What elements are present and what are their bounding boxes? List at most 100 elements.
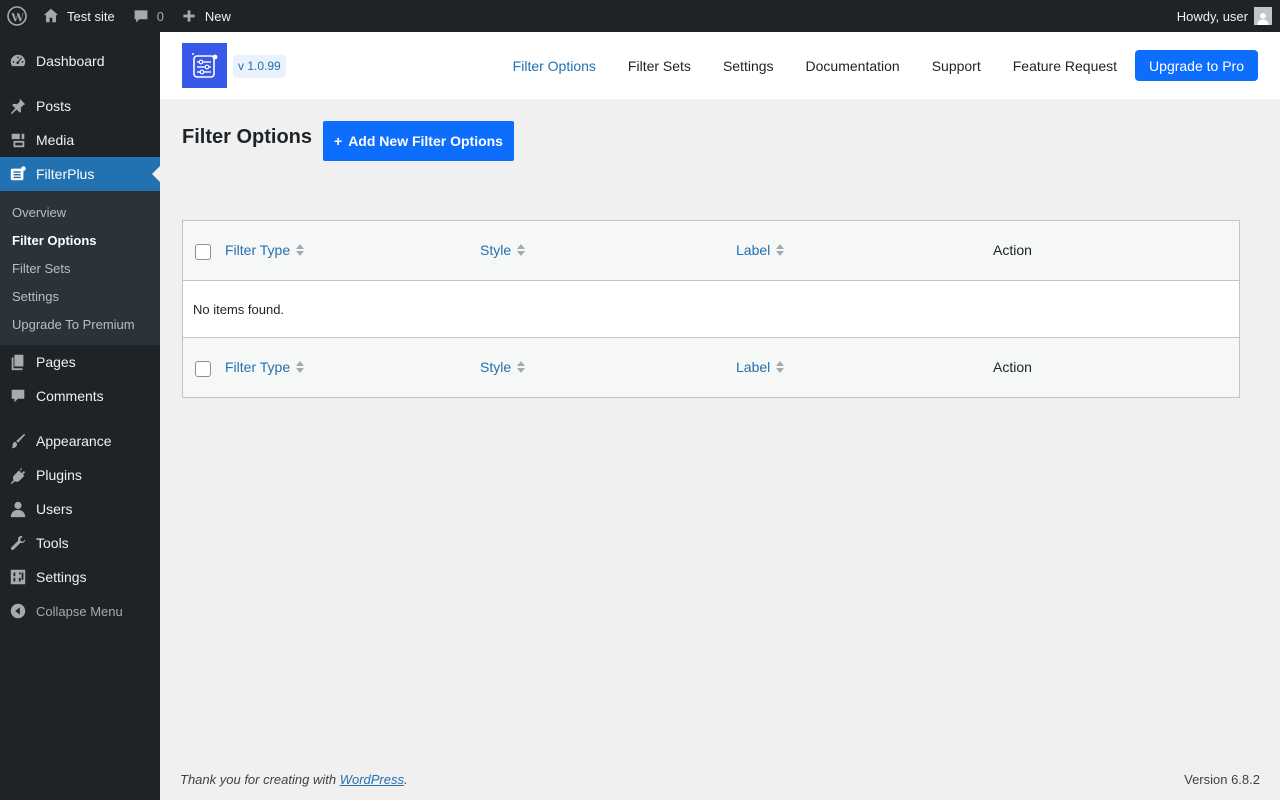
new-label: New <box>204 8 231 24</box>
footer-thanks: Thank you for creating with WordPress. <box>180 772 408 787</box>
sidebar-item-posts[interactable]: Posts <box>0 89 160 123</box>
pin-icon <box>8 96 28 116</box>
plug-icon <box>8 465 28 485</box>
column-label: Label <box>736 242 771 258</box>
column-style[interactable]: Style <box>480 242 526 258</box>
add-new-filter-options-button[interactable]: + Add New Filter Options <box>323 121 514 161</box>
sidebar-item-settings[interactable]: Settings <box>0 560 160 594</box>
nav-filter-options[interactable]: Filter Options <box>513 58 596 74</box>
comments-link[interactable]: 0 <box>125 0 172 32</box>
table-header: Filter Type Style Label Action <box>183 221 1239 281</box>
wordpress-logo-icon[interactable] <box>0 0 34 32</box>
new-content-link[interactable]: New <box>174 0 239 32</box>
wordpress-link[interactable]: WordPress <box>340 772 404 787</box>
submenu-item-filter-options[interactable]: Filter Options <box>0 226 160 254</box>
sidebar-item-appearance[interactable]: Appearance <box>0 424 160 458</box>
admin-bar: Test site 0 New Howdy, user <box>0 0 1280 32</box>
comments-count: 0 <box>156 8 164 24</box>
nav-filter-sets[interactable]: Filter Sets <box>628 58 691 74</box>
column-filter-type[interactable]: Filter Type <box>225 242 305 258</box>
collapse-label: Collapse Menu <box>36 603 123 619</box>
sort-icon <box>296 361 305 373</box>
paintbrush-icon <box>8 431 28 451</box>
settings-icon <box>8 567 28 587</box>
sidebar-item-media[interactable]: Media <box>0 123 160 157</box>
sidebar-item-label: Appearance <box>36 433 112 449</box>
dashboard-icon <box>8 51 28 71</box>
sidebar-item-plugins[interactable]: Plugins <box>0 458 160 492</box>
plus-icon: + <box>334 133 343 149</box>
comment-icon <box>134 10 148 23</box>
submenu-item-overview[interactable]: Overview <box>0 198 160 226</box>
sidebar-item-users[interactable]: Users <box>0 492 160 526</box>
sidebar-item-label: Posts <box>36 98 72 114</box>
column-label: Style <box>480 242 512 258</box>
column-label: Label <box>736 359 771 375</box>
collapse-menu-button[interactable]: Collapse Menu <box>0 594 160 628</box>
sidebar-item-tools[interactable]: Tools <box>0 526 160 560</box>
sidebar-item-dashboard[interactable]: Dashboard <box>0 44 160 78</box>
plus-icon <box>183 10 195 22</box>
sidebar-item-comments[interactable]: Comments <box>0 379 160 413</box>
select-all-checkbox[interactable] <box>195 244 211 260</box>
sidebar-item-label: Settings <box>36 569 87 585</box>
sort-icon <box>517 361 526 373</box>
footer-thanks-text: Thank you for creating with <box>180 772 340 787</box>
sidebar-item-label: Comments <box>36 388 104 404</box>
collapse-icon <box>8 601 28 621</box>
column-style-footer[interactable]: Style <box>480 359 526 375</box>
column-label: Style <box>480 359 512 375</box>
site-name-link[interactable]: Test site <box>34 0 123 32</box>
site-name: Test site <box>67 8 115 24</box>
comment-icon <box>8 386 28 406</box>
nav-support[interactable]: Support <box>932 58 981 74</box>
submenu-item-filter-sets[interactable]: Filter Sets <box>0 254 160 282</box>
sidebar-item-label: Dashboard <box>36 53 105 69</box>
user-icon <box>8 499 28 519</box>
column-label-footer[interactable]: Label <box>736 359 785 375</box>
media-icon <box>8 130 28 150</box>
version-badge: v 1.0.99 <box>233 55 286 78</box>
nav-feature-request[interactable]: Feature Request <box>1013 58 1117 74</box>
my-account-link[interactable]: Howdy, user <box>1169 0 1280 32</box>
column-label: Filter Type <box>225 359 291 375</box>
sidebar-item-filterplus[interactable]: FilterPlus <box>0 157 160 191</box>
sidebar-item-label: Media <box>36 132 75 148</box>
column-action: Action <box>993 242 1032 258</box>
sidebar-item-label: FilterPlus <box>36 166 95 182</box>
nav-documentation[interactable]: Documentation <box>806 58 900 74</box>
table-footer: Filter Type Style Label Action <box>183 337 1239 397</box>
footer-version: Version 6.8.2 <box>1184 772 1260 787</box>
sidebar-item-label: Tools <box>36 535 69 551</box>
sidebar-item-label: Users <box>36 501 73 517</box>
sort-icon <box>296 244 305 256</box>
avatar <box>1254 7 1272 25</box>
submenu-item-upgrade[interactable]: Upgrade To Premium <box>0 310 160 338</box>
select-all-checkbox-footer[interactable] <box>195 361 211 377</box>
admin-sidebar: Dashboard Posts Media FilterPlus Overvie… <box>0 32 160 800</box>
sort-icon <box>776 361 785 373</box>
sort-icon <box>517 244 526 256</box>
sidebar-item-label: Plugins <box>36 467 82 483</box>
column-action-footer: Action <box>993 359 1032 375</box>
filterplus-icon <box>8 164 28 184</box>
footer-thanks-end: . <box>404 772 408 787</box>
column-filter-type-footer[interactable]: Filter Type <box>225 359 305 375</box>
page-title: Filter Options <box>182 126 312 148</box>
wrench-icon <box>8 533 28 553</box>
column-label[interactable]: Label <box>736 242 785 258</box>
sidebar-item-pages[interactable]: Pages <box>0 345 160 379</box>
sidebar-item-label: Pages <box>36 354 76 370</box>
table-empty-row: No items found. <box>193 301 285 317</box>
nav-settings[interactable]: Settings <box>723 58 774 74</box>
column-label: Filter Type <box>225 242 291 258</box>
plugin-header: v 1.0.99 Filter Options Filter Sets Sett… <box>160 32 1280 99</box>
pages-icon <box>8 352 28 372</box>
submenu-item-settings[interactable]: Settings <box>0 282 160 310</box>
filter-options-table: Filter Type Style Label Action No items … <box>182 220 1240 398</box>
plugin-nav: Filter Options Filter Sets Settings Docu… <box>481 50 1258 81</box>
filter-list-icon <box>191 52 217 78</box>
filterplus-logo <box>182 43 227 88</box>
sort-icon <box>776 244 785 256</box>
upgrade-to-pro-button[interactable]: Upgrade to Pro <box>1135 50 1258 81</box>
